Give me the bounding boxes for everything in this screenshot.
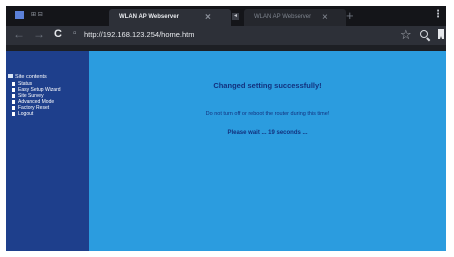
- tree-root-label: Site contents: [15, 74, 47, 80]
- forward-icon[interactable]: →: [33, 27, 45, 41]
- sidebar-item-logout[interactable]: Logout: [12, 111, 61, 117]
- tab-inactive[interactable]: WLAN AP Webserver ×: [244, 9, 346, 26]
- main-content: Changed setting successfully! Do not tur…: [89, 51, 446, 251]
- tab-favicon-icon: ◂: [232, 13, 239, 20]
- address-toolbar: ← → C ▫ http://192.168.123.254/home.htm …: [6, 26, 446, 45]
- tree-root[interactable]: Site contents: [8, 74, 47, 80]
- document-icon: [12, 111, 15, 116]
- tree-list: Status Easy Setup Wizard Site Survey Adv…: [12, 81, 61, 117]
- reboot-warning: Do not turn off or reboot the router dur…: [205, 111, 330, 117]
- close-icon[interactable]: ×: [205, 9, 211, 26]
- success-headline: Changed setting successfully!: [213, 81, 322, 90]
- folder-icon: [8, 74, 13, 78]
- site-contents-sidebar: Site contents Status Easy Setup Wizard S…: [6, 51, 89, 251]
- app-switcher-icon[interactable]: [15, 11, 24, 19]
- menu-icon[interactable]: ⋮: [433, 9, 443, 20]
- reload-icon[interactable]: C: [54, 28, 62, 40]
- countdown-text: Please wait ... 19 seconds ...: [227, 130, 308, 136]
- page-icon: ▫: [73, 28, 77, 39]
- search-icon[interactable]: [420, 30, 428, 38]
- document-icon: [12, 105, 15, 110]
- bookmark-star-icon[interactable]: ☆: [400, 27, 412, 43]
- document-icon: [12, 93, 15, 98]
- document-icon: [12, 81, 15, 86]
- tab-active[interactable]: WLAN AP Webserver ×: [109, 9, 231, 26]
- close-icon[interactable]: ×: [322, 9, 328, 26]
- tab-title: WLAN AP Webserver: [254, 14, 312, 20]
- tab-strip: ⊞ ⊟ WLAN AP Webserver × ◂ WLAN AP Webser…: [6, 6, 446, 26]
- address-bar[interactable]: http://192.168.123.254/home.htm: [84, 30, 195, 39]
- system-label: ⊞ ⊟: [31, 12, 43, 18]
- document-icon: [12, 99, 15, 104]
- new-tab-icon[interactable]: +: [346, 8, 354, 23]
- document-icon: [12, 87, 15, 92]
- sidebar-item-label: Logout: [18, 111, 34, 117]
- back-icon[interactable]: ←: [13, 27, 25, 41]
- web-page: Site contents Status Easy Setup Wizard S…: [6, 51, 446, 251]
- browser-window: ⊞ ⊟ WLAN AP Webserver × ◂ WLAN AP Webser…: [6, 6, 446, 251]
- tab-title: WLAN AP Webserver: [119, 14, 179, 20]
- bookmarks-icon[interactable]: [438, 29, 444, 39]
